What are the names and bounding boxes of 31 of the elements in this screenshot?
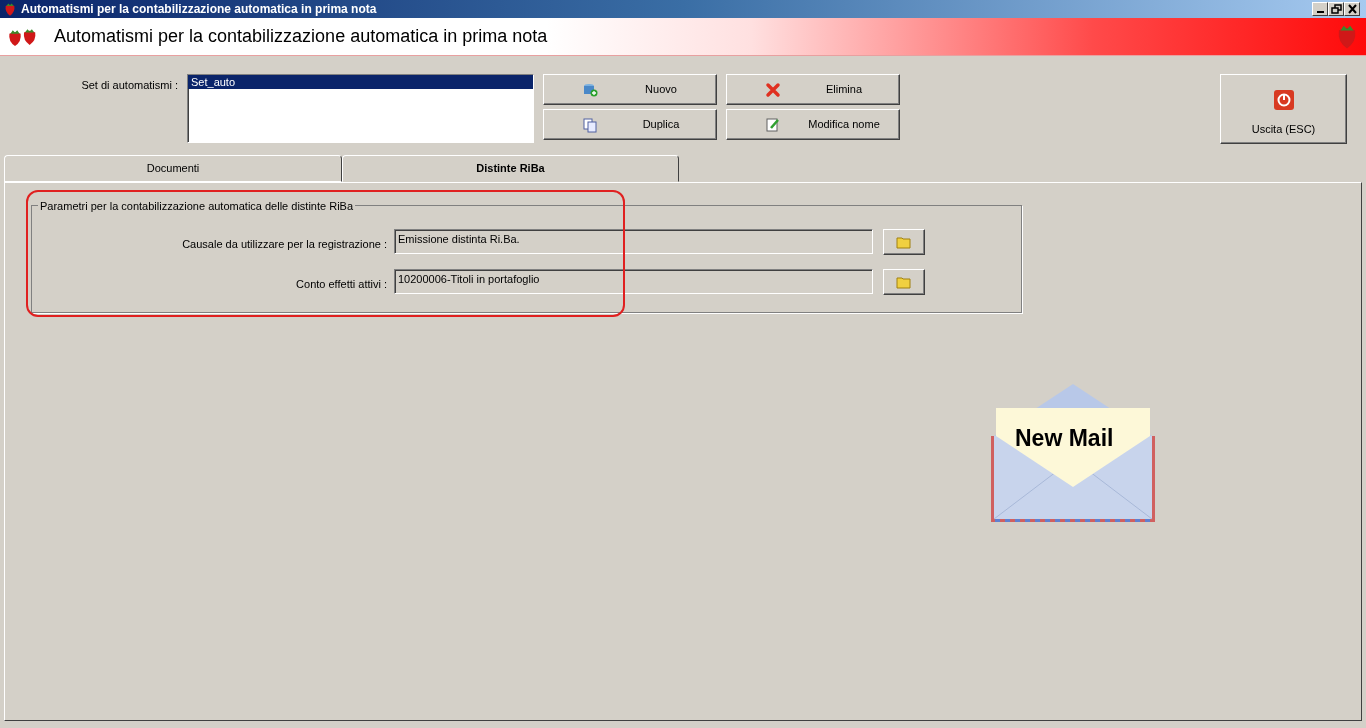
folder-icon [896, 275, 912, 289]
action-button[interactable]: Elimina [726, 74, 900, 105]
strawberry-icon [3, 2, 17, 18]
restore-button[interactable] [1328, 2, 1345, 16]
list-item[interactable]: Set_auto [188, 75, 533, 89]
browse-button[interactable] [883, 269, 925, 295]
action-button[interactable]: Modifica nome [726, 109, 900, 140]
action-button[interactable]: Duplica [543, 109, 717, 140]
text-field[interactable]: Emissione distinta Ri.Ba. [394, 229, 873, 254]
field-label: Causale da utilizzare per la registrazione : [181, 237, 388, 252]
window-title: Automatismi per la contabilizzazione automatica in prima nota [21, 1, 378, 18]
header-title: Automatismi per la contabilizzazione automatica in prima nota [54, 25, 549, 48]
tab[interactable]: Distinte RiBa [342, 155, 679, 182]
text-field[interactable]: 10200006-Titoli in portafoglio [394, 269, 873, 294]
power-icon [1272, 88, 1295, 111]
action-button[interactable]: Nuovo [543, 74, 717, 105]
notification-text: New Mail [1015, 424, 1114, 453]
minimize-button[interactable] [1312, 2, 1329, 16]
tab[interactable]: Documenti [4, 155, 342, 182]
list-label: Set di automatismi : [80, 78, 179, 93]
folder-icon [896, 235, 912, 249]
copy-icon [582, 116, 598, 133]
exit-button[interactable]: Uscita (ESC) [1220, 74, 1347, 144]
database-add-icon [582, 81, 598, 98]
browse-button[interactable] [883, 229, 925, 255]
minimize-icon [1316, 11, 1324, 13]
cross-icon [765, 81, 781, 98]
close-button[interactable] [1344, 2, 1361, 16]
field-label: Conto effetti attivi : [295, 277, 388, 292]
automation-set-list[interactable]: Set_auto [187, 74, 534, 143]
edit-icon [765, 116, 781, 133]
